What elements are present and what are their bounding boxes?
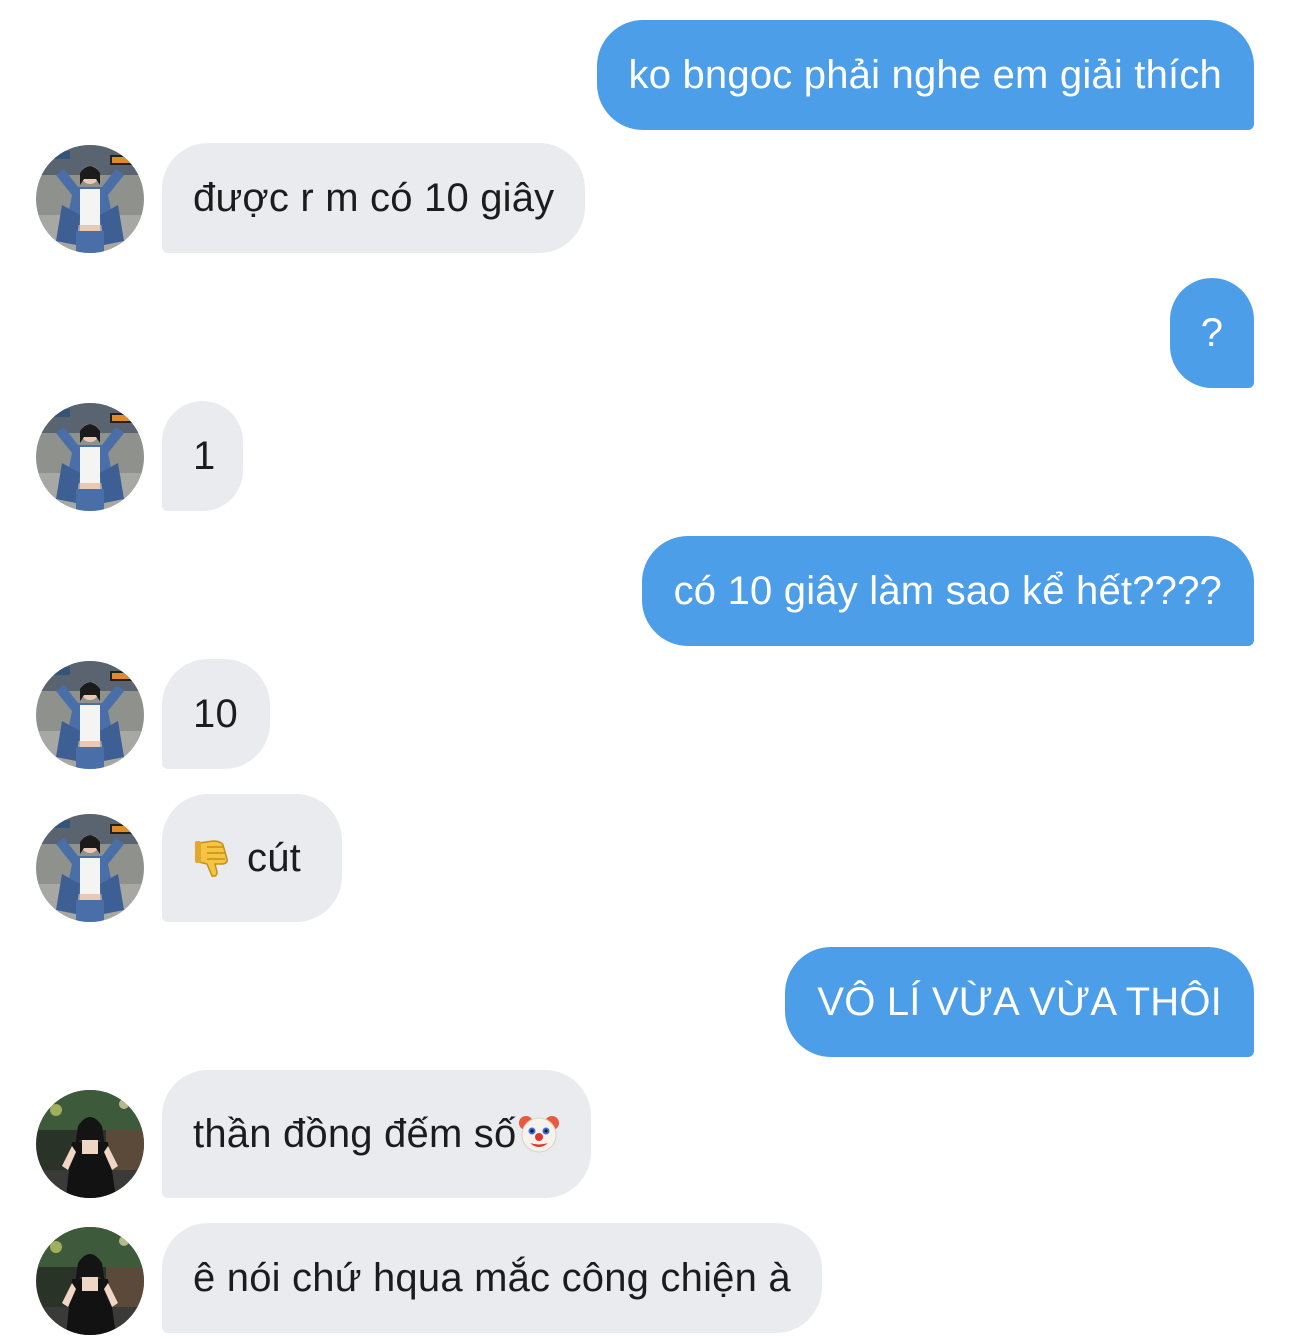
message-text: ? (1200, 310, 1224, 355)
message-bubble-received[interactable]: ê nói chứ hqua mắc công chiện à (162, 1223, 822, 1333)
message-text: ko bngoc phải nghe em giải thích (628, 52, 1222, 97)
avatar[interactable] (36, 814, 144, 922)
message-text: được r m có 10 giây (193, 175, 555, 220)
avatar[interactable] (36, 1090, 144, 1198)
message-bubble-sent[interactable]: ko bngoc phải nghe em giải thích (596, 20, 1254, 130)
message-text: VÔ LÍ VỪA VỪA THÔI (817, 979, 1222, 1024)
message-bubble-received[interactable]: 1 (162, 401, 243, 511)
message-text: 1 (193, 433, 216, 478)
message-text: cút (247, 835, 301, 880)
avatar[interactable] (36, 145, 144, 253)
clown-face-icon (518, 1113, 560, 1155)
avatar[interactable] (36, 1227, 144, 1335)
message-text: có 10 giây làm sao kể hết???? (673, 568, 1222, 613)
message-text: thần đồng đếm số (193, 1111, 517, 1156)
message-bubble-received[interactable]: 10 (162, 659, 270, 769)
message-bubble-sent[interactable]: VÔ LÍ VỪA VỪA THÔI (785, 947, 1254, 1057)
message-bubble-received[interactable]: được r m có 10 giây (162, 143, 586, 253)
avatar[interactable] (36, 661, 144, 769)
message-bubble-sent[interactable]: có 10 giây làm sao kể hết???? (641, 536, 1254, 646)
message-text: ê nói chứ hqua mắc công chiện à (193, 1255, 791, 1300)
message-text: 10 (193, 691, 238, 736)
message-bubble-sent[interactable]: ? (1170, 278, 1254, 388)
message-bubble-received[interactable]: thần đồng đếm số (162, 1070, 592, 1198)
message-bubble-received[interactable]: cút (162, 794, 342, 922)
thumbs-down-icon (193, 837, 235, 879)
avatar[interactable] (36, 403, 144, 511)
